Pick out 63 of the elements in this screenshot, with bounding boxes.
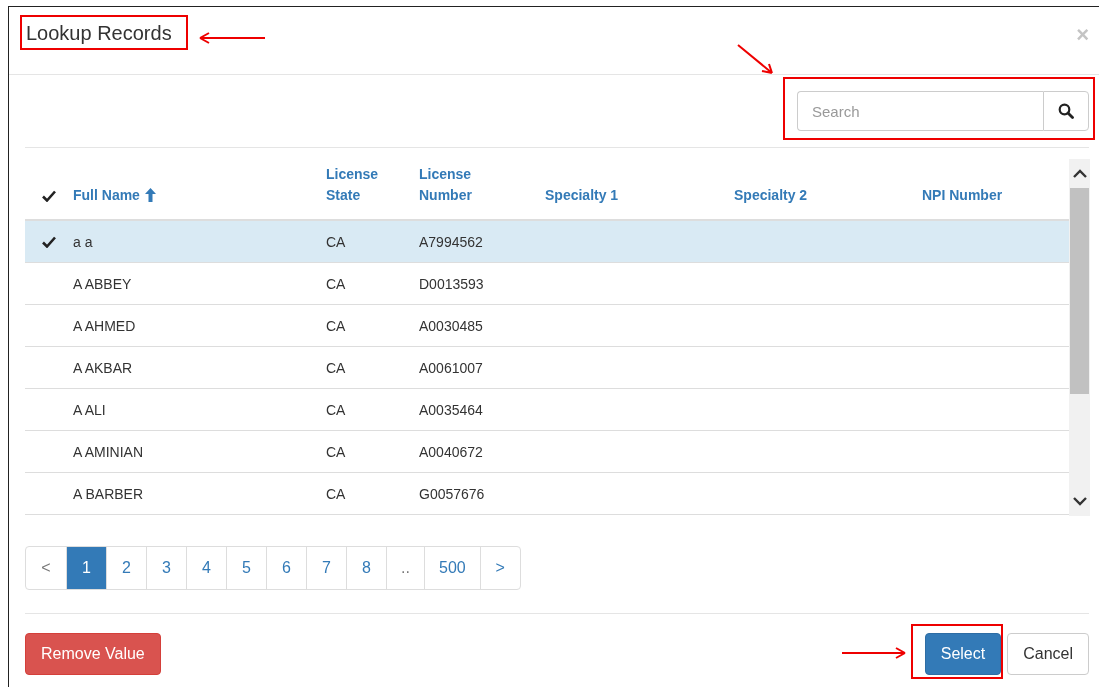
- check-icon: [42, 190, 56, 202]
- table-cell: G0057676: [419, 485, 485, 502]
- table-cell: CA: [326, 401, 346, 418]
- table-cell: A ABBEY: [73, 275, 132, 292]
- column-header[interactable]: License State: [326, 164, 396, 206]
- column-header[interactable]: NPI Number: [922, 185, 1003, 206]
- table-row[interactable]: A ALI CA A0035464: [25, 389, 1069, 431]
- table-cell: A7994562: [419, 233, 483, 250]
- table-row[interactable]: A AKBAR CA A0061007: [25, 347, 1069, 389]
- table-cell: D0013593: [419, 275, 484, 292]
- sort-arrow-icon: [144, 188, 156, 202]
- column-header[interactable]: Full Name: [73, 185, 140, 206]
- scrollbar[interactable]: [1069, 159, 1090, 516]
- selected-row[interactable]: a a CA A7994562: [25, 221, 1069, 263]
- column-header[interactable]: License Number: [419, 164, 489, 206]
- search-icon: [1058, 103, 1074, 119]
- annotation-arrow: [841, 647, 907, 659]
- table-cell: A AMINIAN: [73, 443, 144, 460]
- check-icon: [42, 235, 56, 248]
- page-link[interactable]: 6: [266, 547, 306, 589]
- page-link[interactable]: 8: [346, 547, 386, 589]
- table-cell: A AHMED: [73, 317, 136, 334]
- table-cell: CA: [326, 317, 346, 334]
- table-row[interactable]: A ABBEY CA D0013593: [25, 263, 1069, 305]
- annotation-arrow: [198, 32, 266, 44]
- table-row[interactable]: A AHMED CA A0030485: [25, 305, 1069, 347]
- page-link[interactable]: >: [479, 547, 520, 589]
- page-link[interactable]: 4: [186, 547, 226, 589]
- table-cell: A0040672: [419, 443, 483, 460]
- search-button[interactable]: [1043, 91, 1089, 131]
- column-header[interactable]: Specialty 1: [545, 185, 619, 206]
- page-link[interactable]: 500: [424, 547, 480, 589]
- remove-value-button[interactable]: Remove Value: [25, 633, 161, 675]
- table-cell: A AKBAR: [73, 359, 133, 376]
- select-button[interactable]: Select: [924, 633, 1002, 675]
- table-cell: CA: [326, 275, 346, 292]
- search-field[interactable]: Search: [797, 91, 1043, 131]
- annotation-arrow: [736, 43, 774, 75]
- scrollbar-thumb[interactable]: [1070, 188, 1089, 394]
- page-link[interactable]: <: [26, 547, 66, 589]
- page-link[interactable]: 7: [306, 547, 346, 589]
- chevron-up-icon: [1072, 169, 1087, 178]
- column-header[interactable]: Specialty 2: [734, 185, 808, 206]
- page-link[interactable]: 2: [106, 547, 146, 589]
- table-cell: A ALI: [73, 401, 106, 418]
- table-cell: A BARBER: [73, 485, 144, 502]
- page-link[interactable]: 5: [226, 547, 266, 589]
- cancel-button[interactable]: Cancel: [1007, 633, 1089, 675]
- dialog-title: Lookup Records: [26, 22, 172, 43]
- table-cell: a a: [73, 233, 93, 250]
- chevron-down-icon: [1072, 497, 1087, 506]
- table-cell: CA: [326, 485, 346, 502]
- table-cell: CA: [326, 443, 346, 460]
- table-cell: A0035464: [419, 401, 483, 418]
- table-row[interactable]: A AMINIAN CA A0040672: [25, 431, 1069, 473]
- page-link[interactable]: ..: [386, 547, 424, 589]
- table-cell: A0061007: [419, 359, 483, 376]
- table-cell: CA: [326, 233, 346, 250]
- page-link[interactable]: 3: [146, 547, 186, 589]
- table-row[interactable]: A BARBER CA G0057676: [25, 473, 1069, 515]
- table-cell: A0030485: [419, 317, 483, 334]
- table-cell: CA: [326, 359, 346, 376]
- page-link[interactable]: 1: [66, 547, 106, 589]
